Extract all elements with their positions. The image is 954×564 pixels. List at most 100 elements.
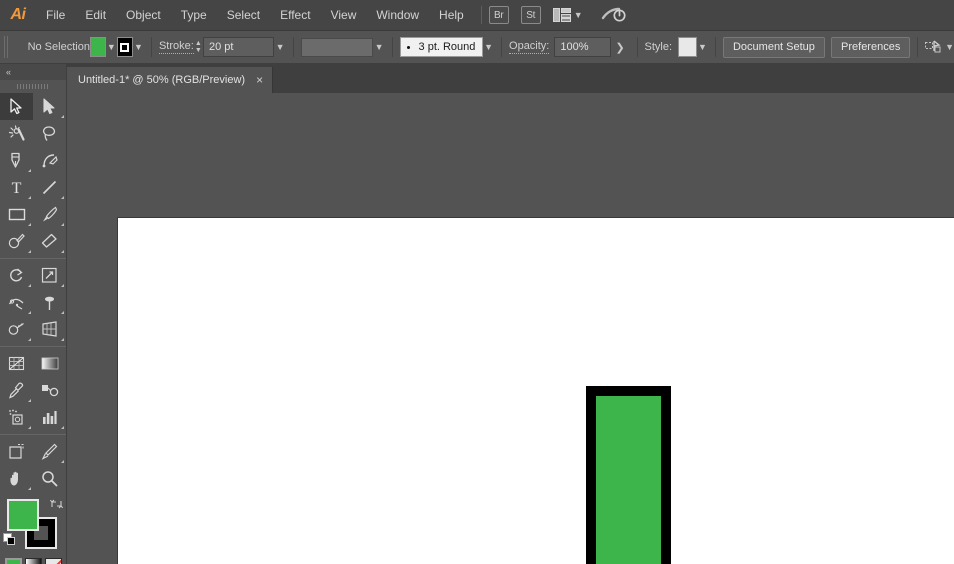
stepper-up-icon[interactable]: ▲	[195, 40, 202, 47]
shape-builder-tool[interactable]	[0, 316, 33, 343]
opacity-input[interactable]: 100%	[554, 37, 610, 57]
tool-flyout-indicator-icon	[28, 338, 31, 341]
align-transform-icon[interactable]: ▼	[925, 40, 954, 55]
collapse-panel-icon[interactable]: «	[6, 67, 10, 77]
menu-help[interactable]: Help	[429, 0, 474, 31]
tool-flyout-indicator-icon	[61, 250, 64, 253]
stroke-weight-stepper[interactable]: ▲ ▼	[194, 37, 203, 57]
canvas-area[interactable]	[67, 93, 954, 564]
stepper-down-icon[interactable]: ▼	[195, 47, 202, 54]
menu-object[interactable]: Object	[116, 0, 171, 31]
rectangle-tool[interactable]	[0, 201, 33, 228]
artboard[interactable]	[117, 217, 954, 564]
mesh-tool[interactable]	[0, 350, 33, 377]
direct-selection-tool[interactable]	[33, 93, 66, 120]
rotate-tool[interactable]	[0, 262, 33, 289]
stock-icon[interactable]: St	[521, 6, 541, 24]
document-setup-button[interactable]: Document Setup	[723, 37, 825, 58]
tool-flyout-indicator-icon	[28, 284, 31, 287]
column-graph-tool[interactable]	[33, 404, 66, 431]
graphic-style-chevron-down-icon[interactable]: ▼	[697, 37, 708, 57]
hand-tool[interactable]	[0, 465, 33, 492]
tool-flyout-indicator-icon	[28, 487, 31, 490]
tool-divider-2	[0, 346, 66, 347]
brush-definition-chevron-down-icon[interactable]: ▼	[483, 37, 494, 57]
width-tool[interactable]	[0, 289, 33, 316]
opacity-label[interactable]: Opacity:	[509, 40, 549, 54]
document-tab-title: Untitled-1* @ 50% (RGB/Preview)	[78, 74, 245, 86]
zoom-tool[interactable]	[33, 465, 66, 492]
eyedropper-tool[interactable]	[0, 377, 33, 404]
menu-edit[interactable]: Edit	[75, 0, 116, 31]
tool-flyout-indicator-icon	[28, 311, 31, 314]
fill-swatch-dropdown-chevron-down-icon[interactable]: ▼	[106, 37, 117, 57]
pen-tool[interactable]	[0, 147, 33, 174]
type-tool[interactable]: T	[0, 174, 33, 201]
illustrator-window: Ai File Edit Object Type Select Effect V…	[0, 0, 954, 564]
close-icon[interactable]: ×	[256, 73, 263, 87]
chevron-down-icon[interactable]: ▼	[574, 10, 583, 20]
scale-tool[interactable]	[33, 262, 66, 289]
tool-flyout-indicator-icon	[28, 250, 31, 253]
preferences-button[interactable]: Preferences	[831, 37, 910, 58]
control-divider-3	[392, 37, 393, 57]
fill-swatch[interactable]	[90, 37, 106, 57]
variable-width-profile-chevron-down-icon[interactable]: ▼	[373, 37, 384, 57]
fill-stroke-controls	[0, 495, 66, 555]
stroke-swatch-dropdown-chevron-down-icon[interactable]: ▼	[133, 37, 144, 57]
stroke-weight-dropdown-chevron-down-icon[interactable]: ▼	[274, 37, 285, 57]
search-adobe-stock-icon[interactable]	[601, 5, 627, 25]
tool-flyout-indicator-icon	[61, 115, 64, 118]
line-segment-tool[interactable]	[33, 174, 66, 201]
tool-flyout-indicator-icon	[28, 223, 31, 226]
menu-window[interactable]: Window	[366, 0, 429, 31]
shaper-pencil-tool[interactable]	[0, 228, 33, 255]
tools-panel: «	[0, 64, 67, 564]
slice-tool[interactable]	[33, 438, 66, 465]
tools-panel-header[interactable]: «	[0, 64, 66, 80]
variable-width-profile-select[interactable]	[301, 38, 374, 57]
curvature-tool[interactable]	[33, 147, 66, 174]
document-tab-untitled-1[interactable]: Untitled-1* @ 50% (RGB/Preview) ×	[67, 67, 273, 93]
brush-definition-select[interactable]: 3 pt. Round	[400, 37, 483, 57]
none-mode-button[interactable]	[45, 558, 62, 564]
brush-definition-label: 3 pt. Round	[419, 41, 476, 53]
opacity-expand-arrow-icon[interactable]: ❯	[611, 41, 630, 54]
green-rectangle-with-black-stroke[interactable]	[586, 386, 671, 564]
workspace-layout-icon[interactable]: ▼	[553, 8, 583, 22]
default-fill-stroke-icon[interactable]	[3, 533, 16, 551]
gradient-mode-button[interactable]	[25, 558, 42, 564]
align-transform-chevron-down-icon[interactable]: ▼	[945, 42, 954, 52]
swap-fill-stroke-icon[interactable]	[50, 497, 63, 515]
free-transform-tool[interactable]	[33, 289, 66, 316]
bridge-icon[interactable]: Br	[489, 6, 509, 24]
control-bar-grip[interactable]	[4, 36, 9, 58]
menu-type[interactable]: Type	[171, 0, 217, 31]
tool-flyout-indicator-icon	[61, 223, 64, 226]
graphic-style-swatch[interactable]	[678, 37, 697, 57]
selection-tool[interactable]	[0, 93, 33, 120]
toolbar-fill-swatch[interactable]	[7, 499, 39, 531]
menu-effect[interactable]: Effect	[270, 0, 320, 31]
menu-select[interactable]: Select	[217, 0, 270, 31]
perspective-grid-tool[interactable]	[33, 316, 66, 343]
color-mode-button[interactable]	[5, 558, 22, 564]
stroke-weight-input[interactable]: 20 pt	[203, 37, 274, 57]
lasso-tool[interactable]	[33, 120, 66, 147]
menubar-divider	[481, 6, 482, 24]
gradient-tool[interactable]	[33, 350, 66, 377]
magic-wand-tool[interactable]	[0, 120, 33, 147]
menu-view[interactable]: View	[321, 0, 367, 31]
eraser-tool[interactable]	[33, 228, 66, 255]
tools-panel-grip[interactable]	[0, 80, 66, 93]
tool-flyout-indicator-icon	[61, 196, 64, 199]
menu-file[interactable]: File	[36, 0, 75, 31]
stroke-swatch[interactable]	[117, 37, 133, 57]
blend-tool[interactable]	[33, 377, 66, 404]
paintbrush-tool[interactable]	[33, 201, 66, 228]
menu-bar: Ai File Edit Object Type Select Effect V…	[0, 0, 954, 31]
symbol-sprayer-tool[interactable]	[0, 404, 33, 431]
artboard-tool[interactable]	[0, 438, 33, 465]
color-mode-buttons	[0, 558, 66, 564]
stroke-weight-label[interactable]: Stroke:	[159, 40, 194, 54]
